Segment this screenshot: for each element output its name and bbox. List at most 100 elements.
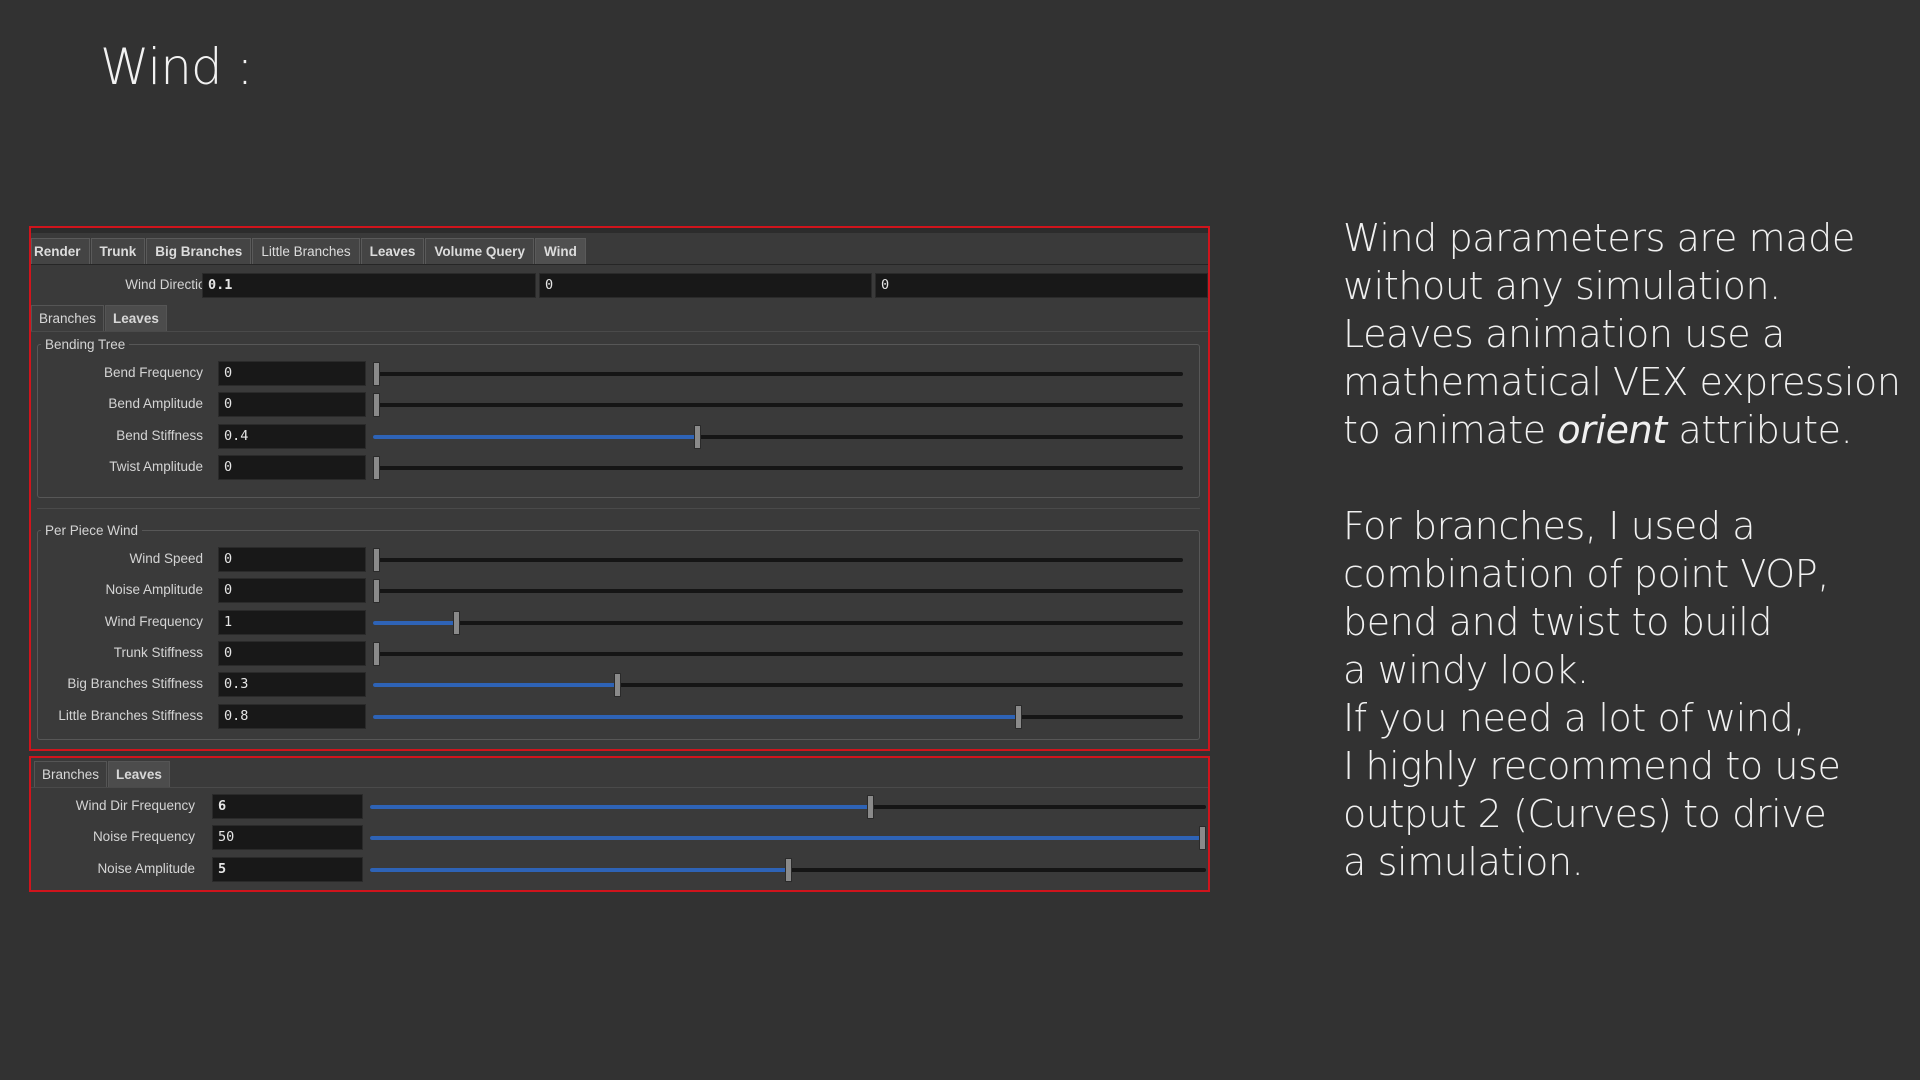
noise-amplitude-field[interactable]: 0 xyxy=(218,578,366,604)
wind-direction-z-field[interactable]: 0 xyxy=(875,273,1208,298)
slider-handle[interactable] xyxy=(614,673,621,698)
noise-amplitude-label: Noise Amplitude xyxy=(105,582,203,598)
noise-frequency-field[interactable]: 50 xyxy=(212,825,363,851)
slider-fill xyxy=(373,714,1018,719)
trunk-stiffness-label: Trunk Stiffness xyxy=(113,644,203,660)
leaves-subtab-bar: Branches Leaves xyxy=(34,761,171,787)
slider-track xyxy=(373,589,1183,594)
noise-amplitude-slider[interactable] xyxy=(373,579,1183,604)
bend-stiffness-field[interactable]: 0.4 xyxy=(218,423,366,449)
wind-dir-frequency-field[interactable]: 6 xyxy=(212,794,363,819)
slider-handle[interactable] xyxy=(694,424,701,449)
text-segment: attribute. xyxy=(1666,408,1853,452)
text-segment: to animate xyxy=(1343,408,1558,452)
slider-track xyxy=(373,465,1183,470)
slider-handle[interactable] xyxy=(373,548,380,572)
tab-leaves[interactable]: Leaves xyxy=(360,238,425,264)
wind-speed-slider[interactable] xyxy=(373,548,1183,572)
per-piece-wind-title: Per Piece Wind xyxy=(41,523,143,538)
bend-stiffness-slider[interactable] xyxy=(373,424,1183,449)
slider-track xyxy=(373,403,1183,408)
slider-fill xyxy=(373,620,456,625)
slider-handle[interactable] xyxy=(453,610,460,635)
tab-little-branches[interactable]: Little Branches xyxy=(252,238,360,264)
slide-title: Wind : xyxy=(100,38,253,96)
description-line: I highly recommend to use xyxy=(1343,744,1841,788)
slider-track xyxy=(373,558,1183,562)
tab-big-branches[interactable]: Big Branches xyxy=(146,238,252,264)
description-line: Wind parameters are made xyxy=(1343,216,1855,260)
description-text: Wind parameters are made without any simu… xyxy=(1343,214,1903,886)
subtab-divider xyxy=(31,331,1208,332)
description-line: a windy look. xyxy=(1343,648,1589,692)
slider-fill xyxy=(370,836,1206,841)
bend-frequency-field[interactable]: 0 xyxy=(218,361,366,386)
slider-handle[interactable] xyxy=(373,362,380,386)
slider-track xyxy=(373,620,1183,625)
description-line: If you need a lot of wind, xyxy=(1343,696,1805,740)
slider-handle[interactable] xyxy=(373,641,380,666)
bend-amplitude-field[interactable]: 0 xyxy=(218,392,366,418)
slider-handle[interactable] xyxy=(867,795,874,819)
noise-amplitude-field[interactable]: 5 xyxy=(212,856,363,882)
slider-handle[interactable] xyxy=(1199,826,1206,851)
slider-handle[interactable] xyxy=(373,455,380,480)
description-line: Leaves animation use a xyxy=(1343,312,1785,356)
wind-frequency-field[interactable]: 1 xyxy=(218,609,366,635)
subtab-branches[interactable]: Branches xyxy=(31,305,105,331)
subtab-leaves[interactable]: Leaves xyxy=(108,761,170,787)
description-line: For branches, I used a xyxy=(1343,504,1756,548)
group-divider xyxy=(37,508,1200,509)
noise-frequency-slider[interactable] xyxy=(370,826,1206,851)
bend-stiffness-label: Bend Stiffness xyxy=(116,427,203,443)
panel-top-edge xyxy=(31,228,1208,233)
tab-render[interactable]: Render xyxy=(31,238,90,264)
slider-handle[interactable] xyxy=(1015,704,1022,729)
tab-wind[interactable]: Wind xyxy=(534,238,586,264)
slider-fill xyxy=(370,805,870,809)
twist-amplitude-field[interactable]: 0 xyxy=(218,454,366,480)
noise-amplitude-label: Noise Amplitude xyxy=(97,860,195,876)
trunk-stiffness-field[interactable]: 0 xyxy=(218,640,366,666)
subtab-divider xyxy=(31,787,1208,788)
trunk-stiffness-slider[interactable] xyxy=(373,641,1183,666)
big-branches-stiffness-field[interactable]: 0.3 xyxy=(218,672,366,698)
slider-handle[interactable] xyxy=(373,393,380,418)
bend-frequency-slider[interactable] xyxy=(373,362,1183,386)
slider-handle[interactable] xyxy=(373,579,380,604)
slider-fill xyxy=(370,867,788,872)
tab-volume-query[interactable]: Volume Query xyxy=(425,238,534,264)
little-branches-stiffness-label: Little Branches Stiffness xyxy=(58,707,203,723)
wind-direction-y-field[interactable]: 0 xyxy=(539,273,872,298)
wind-frequency-slider[interactable] xyxy=(373,610,1183,635)
description-line: bend and twist to build xyxy=(1343,600,1773,644)
slider-fill xyxy=(373,434,697,439)
big-branches-stiffness-slider[interactable] xyxy=(373,673,1183,698)
slider-fill xyxy=(373,683,617,688)
slider-track xyxy=(373,651,1183,656)
bending-tree-title: Bending Tree xyxy=(41,337,130,352)
description-line: without any simulation. xyxy=(1343,264,1781,308)
noise-frequency-label: Noise Frequency xyxy=(92,829,195,845)
bend-amplitude-slider[interactable] xyxy=(373,393,1183,418)
wind-dir-frequency-label: Wind Dir Frequency xyxy=(75,798,195,813)
description-line: mathematical VEX expression xyxy=(1343,360,1901,404)
wind-dir-frequency-slider[interactable] xyxy=(370,795,1206,819)
subtab-leaves[interactable]: Leaves xyxy=(105,305,167,331)
twist-amplitude-slider[interactable] xyxy=(373,455,1183,480)
big-branches-stiffness-label: Big Branches Stiffness xyxy=(67,676,203,692)
tab-trunk[interactable]: Trunk xyxy=(90,238,146,264)
leaves-wind-panel: Branches Leaves Wind Dir Frequency 6 Noise… xyxy=(29,756,1210,892)
wind-subtab-bar: Branches Leaves xyxy=(31,305,168,331)
wind-frequency-label: Wind Frequency xyxy=(104,613,203,629)
little-branches-stiffness-field[interactable]: 0.8 xyxy=(218,703,366,729)
description-paragraph-1: Wind parameters are made without any simu… xyxy=(1343,214,1903,406)
wind-speed-field[interactable]: 0 xyxy=(218,547,366,572)
noise-amplitude-slider[interactable] xyxy=(370,857,1206,882)
wind-direction-x-field[interactable]: 0.1 xyxy=(202,273,536,298)
subtab-branches[interactable]: Branches xyxy=(34,761,108,787)
little-branches-stiffness-slider[interactable] xyxy=(373,704,1183,729)
slider-handle[interactable] xyxy=(785,857,792,882)
main-tab-bar: Render Trunk Big Branches Little Branches Le… xyxy=(31,238,587,264)
bend-amplitude-label: Bend Amplitude xyxy=(108,396,203,412)
